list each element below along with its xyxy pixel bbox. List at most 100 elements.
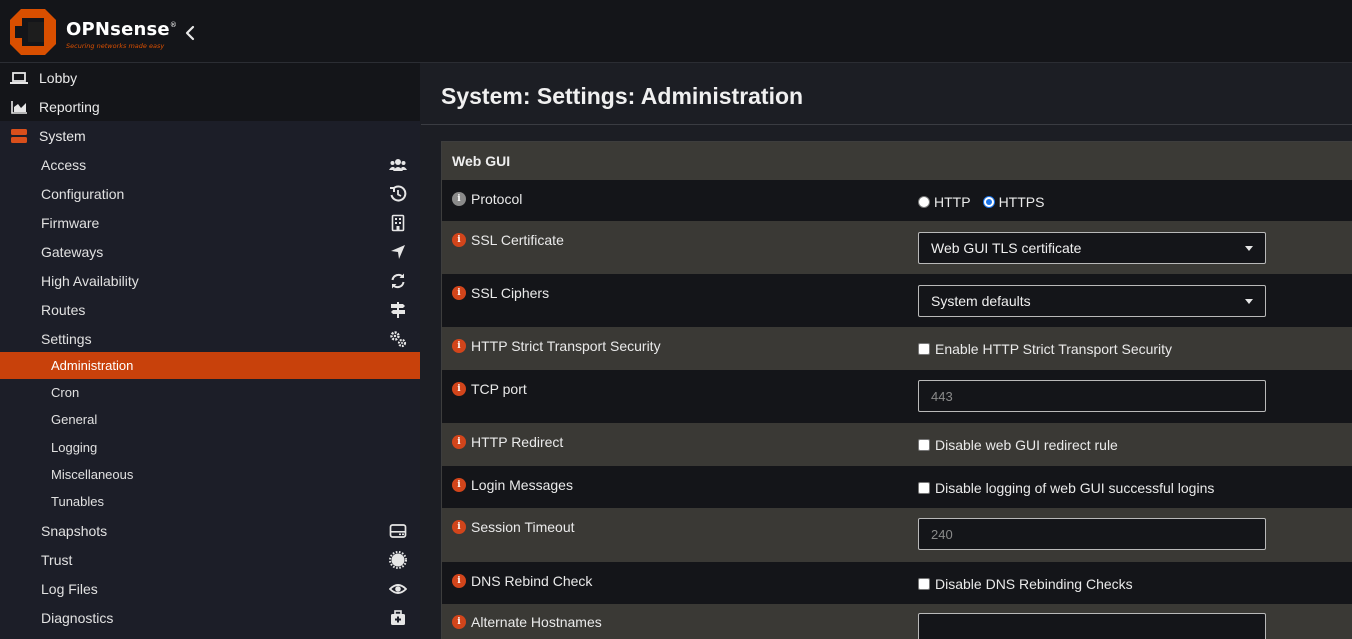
login-messages-row: i Login Messages Disable logging of web … [442,466,1352,508]
sidebar-item-settings[interactable]: Settings [0,324,420,353]
login-messages-checkbox[interactable] [918,482,930,494]
checkbox-label: Disable web GUI redirect rule [935,437,1118,453]
info-icon[interactable]: i [452,192,466,206]
cogs-icon [390,331,407,348]
sidebar-item-label: Cron [51,385,80,400]
tcp-port-input[interactable] [918,380,1266,412]
http-redirect-checkbox[interactable] [918,439,930,451]
sidebar-item-administration[interactable]: Administration [0,352,420,379]
sidebar-item-label: High Availability [41,272,139,289]
divider [421,124,1352,125]
field-label: HTTP Redirect [471,434,564,450]
building-icon [391,214,405,232]
info-icon[interactable]: i [452,339,466,353]
field-label: Login Messages [471,477,573,493]
ssl-certificate-row: i SSL Certificate Web GUI TLS certificat… [442,221,1352,274]
info-icon[interactable]: i [452,478,466,492]
sidebar-item-routes[interactable]: Routes [0,295,420,324]
sidebar-item-label: Diagnostics [41,609,114,626]
ssl-ciphers-label: i SSL Ciphers [452,285,549,301]
ssl-certificate-label: i SSL Certificate [452,232,564,248]
sidebar-item-trust[interactable]: Trust [0,545,420,574]
sidebar-item-label: Administration [51,358,134,373]
ssl-ciphers-row: i SSL Ciphers System defaults [442,274,1352,327]
sidebar-item-configuration[interactable]: Configuration [0,179,420,208]
sidebar-item-diagnostics[interactable]: Diagnostics [0,603,420,632]
hsts-checkbox-line: Enable HTTP Strict Transport Security [918,341,1172,357]
field-label: Protocol [471,191,523,207]
hsts-checkbox[interactable] [918,343,930,355]
info-icon[interactable]: i [452,574,466,588]
sidebar-item-logging[interactable]: Logging [0,434,420,461]
opnsense-logo-icon[interactable] [8,7,58,57]
eye-icon [389,584,407,594]
http-redirect-row: i HTTP Redirect Disable web GUI redirect… [442,423,1352,466]
info-icon[interactable]: i [452,286,466,300]
http-redirect-label: i HTTP Redirect [452,434,563,450]
checkbox-label: Enable HTTP Strict Transport Security [935,341,1173,357]
field-label: DNS Rebind Check [471,573,593,589]
sidebar-item-snapshots[interactable]: Snapshots [0,516,420,545]
sidebar-item-label: Snapshots [41,522,108,539]
sidebar-item-high-availability[interactable]: High Availability [0,266,420,295]
ssl-certificate-select[interactable]: Web GUI TLS certificate [918,232,1266,264]
web-gui-panel: Web GUI i Protocol HTTP HTTPS i SSL Cert… [441,141,1352,639]
sidebar-item-lobby[interactable]: Lobby [0,63,420,92]
users-icon [389,159,407,171]
select-value: Web GUI TLS certificate [931,240,1082,256]
system-section: System Access Configuration Firmware Gat… [0,121,420,639]
sidebar-item-label: Trust [41,551,73,568]
brand-name: OPNsense® [66,19,178,40]
alternate-hostnames-input[interactable] [918,613,1266,639]
medkit-icon [391,610,405,625]
top-header: OPNsense® Securing networks made easy [0,0,1352,63]
alternate-hostnames-row: i Alternate Hostnames [442,604,1352,639]
sidebar-item-label: Miscellaneous [51,467,134,482]
hsts-label: i HTTP Strict Transport Security [452,338,661,354]
caret-down-icon [1245,246,1253,251]
info-icon[interactable]: i [452,382,466,396]
dns-rebind-checkbox-line: Disable DNS Rebinding Checks [918,576,1133,592]
sidebar-item-label: Configuration [41,185,125,202]
protocol-https-radio[interactable] [982,196,995,208]
info-icon[interactable]: i [452,233,466,247]
sidebar-item-label: Reporting [39,98,100,115]
sidebar-item-label: General [51,412,98,427]
sidebar-item-miscellaneous[interactable]: Miscellaneous [0,461,420,488]
dns-rebind-checkbox[interactable] [918,578,930,590]
sidebar-item-label: Log Files [41,580,98,597]
checkbox-label: Disable logging of web GUI successful lo… [935,480,1215,496]
info-icon[interactable]: i [452,615,466,629]
laptop-icon [10,72,28,84]
login-messages-label: i Login Messages [452,477,573,493]
field-label: HTTP Strict Transport Security [471,338,661,354]
location-arrow-icon [391,245,405,259]
session-timeout-input[interactable] [918,518,1266,550]
protocol-http-radio[interactable] [918,196,930,208]
sidebar-item-log-files[interactable]: Log Files [0,574,420,603]
sidebar-item-tunables[interactable]: Tunables [0,488,420,515]
dns-rebind-row: i DNS Rebind Check Disable DNS Rebinding… [442,562,1352,604]
sidebar: Lobby Reporting System Access Configurat… [0,63,420,639]
session-timeout-label: i Session Timeout [452,519,575,535]
info-icon[interactable]: i [452,520,466,534]
sidebar-item-reporting[interactable]: Reporting [0,92,420,121]
refresh-icon [391,273,405,289]
sidebar-item-access[interactable]: Access [0,150,420,179]
sidebar-item-label: Routes [41,301,86,318]
info-icon[interactable]: i [452,435,466,449]
certificate-icon [389,551,407,569]
sidebar-item-label: System [39,127,86,144]
sidebar-item-gateways[interactable]: Gateways [0,237,420,266]
sidebar-item-general[interactable]: General [0,406,420,433]
tcp-port-row: i TCP port [442,370,1352,423]
sidebar-item-cron[interactable]: Cron [0,379,420,406]
brand-tagline: Securing networks made easy [66,42,165,50]
chevron-left-icon[interactable] [180,22,200,44]
alternate-hostnames-label: i Alternate Hostnames [452,614,602,630]
sidebar-item-system[interactable]: System [0,121,420,150]
ssl-ciphers-select[interactable]: System defaults [918,285,1266,317]
login-messages-checkbox-line: Disable logging of web GUI successful lo… [918,480,1214,496]
field-label: SSL Ciphers [471,285,550,301]
sidebar-item-firmware[interactable]: Firmware [0,208,420,237]
